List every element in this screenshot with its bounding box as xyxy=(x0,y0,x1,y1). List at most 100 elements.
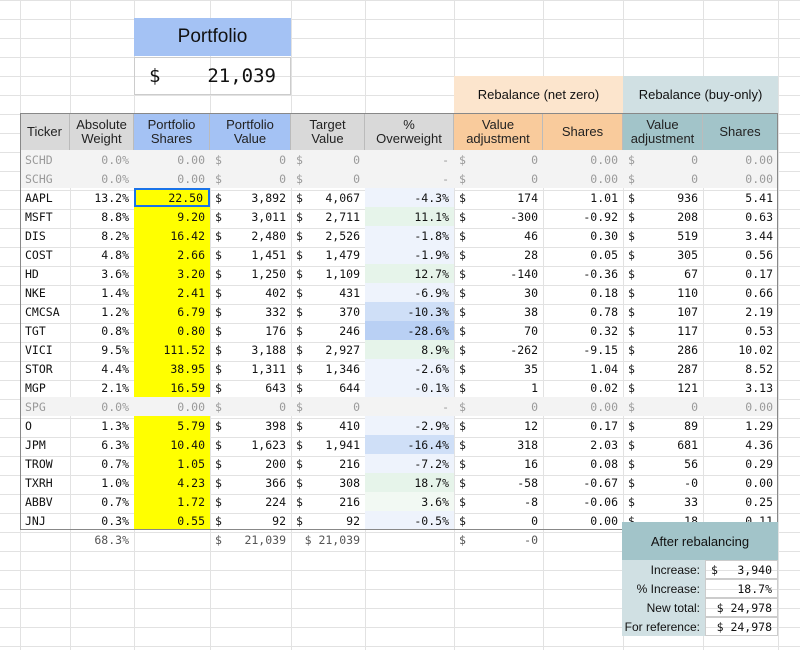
cell-value-adjustment-buy[interactable]: $117 xyxy=(623,321,703,340)
cell-portfolio-value[interactable]: $0 xyxy=(210,169,291,188)
cell-percent-overweight[interactable]: -0.1% xyxy=(365,378,454,397)
portfolio-title[interactable]: Portfolio xyxy=(134,18,291,56)
cell-target-value[interactable]: $216 xyxy=(291,492,365,511)
cell-portfolio-shares[interactable]: 9.20 xyxy=(134,207,210,226)
cell-portfolio-shares[interactable]: 38.95 xyxy=(134,359,210,378)
cell-percent-overweight[interactable]: -2.9% xyxy=(365,416,454,435)
cell-portfolio-shares[interactable]: 2.66 xyxy=(134,245,210,264)
cell-value-adjustment-net[interactable]: $ -262 xyxy=(454,340,543,359)
cell-target-value[interactable]: $4,067 xyxy=(291,188,365,207)
cell-target-value[interactable]: $0 xyxy=(291,150,365,169)
cell-shares-net[interactable]: 0.78 xyxy=(543,302,623,321)
cell-portfolio-value[interactable]: $332 xyxy=(210,302,291,321)
cell-value-adjustment-net[interactable]: $ -8 xyxy=(454,492,543,511)
after-value[interactable]: $3,940 xyxy=(705,560,778,579)
cell-ticker[interactable]: O xyxy=(20,416,70,435)
cell-ticker[interactable]: STOR xyxy=(20,359,70,378)
cell-portfolio-shares[interactable]: 22.50 xyxy=(134,188,210,207)
cell-shares-buy[interactable]: 0.63 xyxy=(703,207,778,226)
cell-shares-buy[interactable]: 0.17 xyxy=(703,264,778,283)
cell-value-adjustment-net[interactable]: $0 xyxy=(454,397,543,416)
cell-target-value[interactable]: $246 xyxy=(291,321,365,340)
cell-ticker[interactable]: MSFT xyxy=(20,207,70,226)
cell-shares-net[interactable]: 0.05 xyxy=(543,245,623,264)
cell-value-adjustment-net[interactable]: $16 xyxy=(454,454,543,473)
cell-absolute-weight[interactable]: 2.1% xyxy=(70,378,134,397)
cell-target-value[interactable]: $0 xyxy=(291,169,365,188)
cell-ticker[interactable]: NKE xyxy=(20,283,70,302)
cell-percent-overweight[interactable]: -28.6% xyxy=(365,321,454,340)
cell-target-value[interactable]: $2,927 xyxy=(291,340,365,359)
cell-value-adjustment-net[interactable]: $35 xyxy=(454,359,543,378)
cell-shares-net[interactable]: -9.15 xyxy=(543,340,623,359)
cell-portfolio-value[interactable]: $224 xyxy=(210,492,291,511)
cell-percent-overweight[interactable]: -1.9% xyxy=(365,245,454,264)
cell-target-value[interactable]: $2,711 xyxy=(291,207,365,226)
cell-shares-net[interactable]: -0.06 xyxy=(543,492,623,511)
spreadsheet-grid[interactable]: Portfolio $21,039 Rebalance (net zero) Reba… xyxy=(0,0,800,650)
cell-portfolio-shares[interactable]: 111.52 xyxy=(134,340,210,359)
cell-portfolio-value[interactable]: $176 xyxy=(210,321,291,340)
cell-target-value[interactable]: $1,346 xyxy=(291,359,365,378)
cell-ticker[interactable]: COST xyxy=(20,245,70,264)
cell-value-adjustment-net[interactable]: $ -58 xyxy=(454,473,543,492)
cell-value-adjustment-net[interactable]: $12 xyxy=(454,416,543,435)
after-value[interactable]: 18.7% xyxy=(705,579,778,598)
cell-value-adjustment-buy[interactable]: $286 xyxy=(623,340,703,359)
cell-portfolio-shares[interactable]: 1.72 xyxy=(134,492,210,511)
cell-portfolio-shares[interactable]: 4.23 xyxy=(134,473,210,492)
cell-value-adjustment-buy[interactable]: $121 xyxy=(623,378,703,397)
cell-portfolio-value[interactable]: $3,011 xyxy=(210,207,291,226)
cell-ticker[interactable]: AAPL xyxy=(20,188,70,207)
cell-absolute-weight[interactable]: 1.2% xyxy=(70,302,134,321)
cell-value-adjustment-buy[interactable]: $287 xyxy=(623,359,703,378)
cell-ticker[interactable]: JNJ xyxy=(20,511,70,530)
cell-target-value[interactable]: $431 xyxy=(291,283,365,302)
cell-shares-buy[interactable]: 0.29 xyxy=(703,454,778,473)
cell-value-adjustment-buy[interactable]: $107 xyxy=(623,302,703,321)
cell-portfolio-value[interactable]: $200 xyxy=(210,454,291,473)
cell-portfolio-shares[interactable]: 0.80 xyxy=(134,321,210,340)
cell-shares-net[interactable]: 1.04 xyxy=(543,359,623,378)
cell-value-adjustment-buy[interactable]: $67 xyxy=(623,264,703,283)
cell-absolute-weight[interactable]: 0.0% xyxy=(70,169,134,188)
cell-shares-net[interactable]: 0.00 xyxy=(543,150,623,169)
cell-value-adjustment-buy[interactable]: $305 xyxy=(623,245,703,264)
cell-shares-net[interactable]: 0.00 xyxy=(543,397,623,416)
after-value[interactable]: $ 24,978 xyxy=(705,617,778,636)
cell-value-adjustment-buy[interactable]: $936 xyxy=(623,188,703,207)
cell-percent-overweight[interactable]: -16.4% xyxy=(365,435,454,454)
cell-absolute-weight[interactable]: 0.7% xyxy=(70,492,134,511)
cell-ticker[interactable]: VICI xyxy=(20,340,70,359)
cell-shares-net[interactable]: 0.00 xyxy=(543,169,623,188)
cell-target-value[interactable]: $92 xyxy=(291,511,365,530)
cell-shares-buy[interactable]: 10.02 xyxy=(703,340,778,359)
cell-target-value[interactable]: $644 xyxy=(291,378,365,397)
cell-value-adjustment-buy[interactable]: $0 xyxy=(623,397,703,416)
cell-ticker[interactable]: TGT xyxy=(20,321,70,340)
cell-shares-net[interactable]: -0.67 xyxy=(543,473,623,492)
cell-absolute-weight[interactable]: 0.7% xyxy=(70,454,134,473)
cell-shares-net[interactable]: -0.92 xyxy=(543,207,623,226)
cell-portfolio-value[interactable]: $398 xyxy=(210,416,291,435)
cell-portfolio-value[interactable]: $1,311 xyxy=(210,359,291,378)
cell-percent-overweight[interactable]: 3.6% xyxy=(365,492,454,511)
cell-ticker[interactable]: CMCSA xyxy=(20,302,70,321)
cell-target-value[interactable]: $2,526 xyxy=(291,226,365,245)
cell-target-value[interactable]: $370 xyxy=(291,302,365,321)
cell-percent-overweight[interactable]: -6.9% xyxy=(365,283,454,302)
cell-shares-buy[interactable]: 0.53 xyxy=(703,321,778,340)
cell-value-adjustment-net[interactable]: $30 xyxy=(454,283,543,302)
cell-portfolio-value[interactable]: $0 xyxy=(210,397,291,416)
cell-percent-overweight[interactable]: -7.2% xyxy=(365,454,454,473)
cell-percent-overweight[interactable]: - xyxy=(365,150,454,169)
cell-ticker[interactable]: SCHG xyxy=(20,169,70,188)
cell-shares-buy[interactable]: 1.29 xyxy=(703,416,778,435)
cell-portfolio-shares[interactable]: 16.59 xyxy=(134,378,210,397)
cell-ticker[interactable]: SPG xyxy=(20,397,70,416)
cell-ticker[interactable]: TROW xyxy=(20,454,70,473)
cell-portfolio-shares[interactable]: 0.55 xyxy=(134,511,210,530)
cell-value-adjustment-net[interactable]: $ -140 xyxy=(454,264,543,283)
cell-ticker[interactable]: ABBV xyxy=(20,492,70,511)
cell-value-adjustment-net[interactable]: $ -300 xyxy=(454,207,543,226)
